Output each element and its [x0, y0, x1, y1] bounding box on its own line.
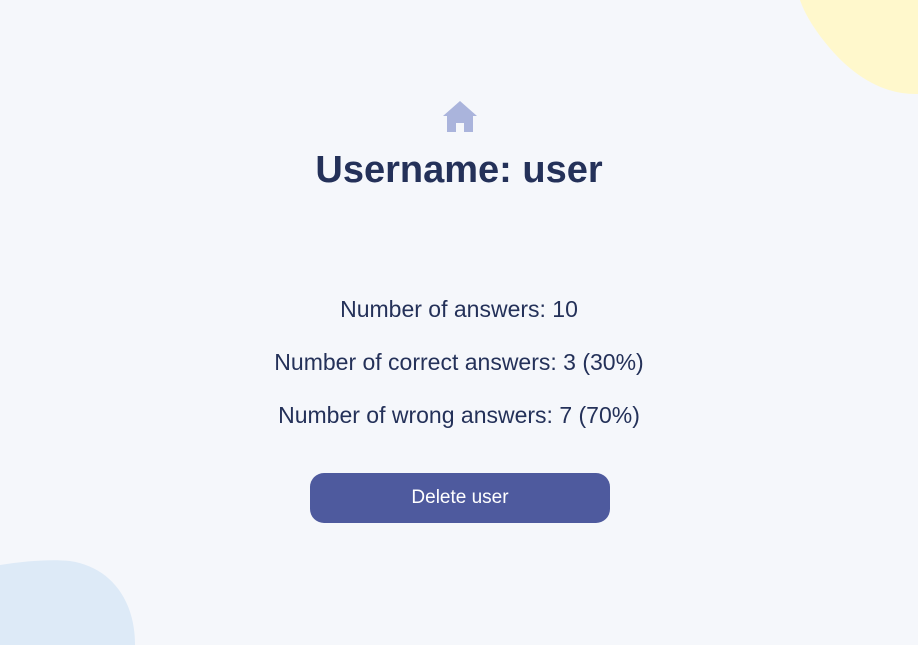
wrong-answers-count: Number of wrong answers: 7 (70%) — [278, 402, 640, 428]
decorative-blob-bottom-left — [0, 560, 135, 645]
user-stats: Number of answers: 10 Number of correct … — [0, 283, 918, 442]
user-detail-page: { "header": { "home_icon": "home-icon", … — [0, 0, 918, 645]
page-title: Username: user — [315, 149, 603, 191]
answers-count: Number of answers: 10 — [340, 296, 578, 322]
decorative-blob-top-right — [800, 0, 918, 95]
home-button[interactable] — [442, 100, 478, 134]
correct-answers-count: Number of correct answers: 3 (30%) — [274, 349, 644, 375]
delete-user-button[interactable]: Delete user — [310, 473, 610, 523]
home-icon — [443, 101, 477, 132]
